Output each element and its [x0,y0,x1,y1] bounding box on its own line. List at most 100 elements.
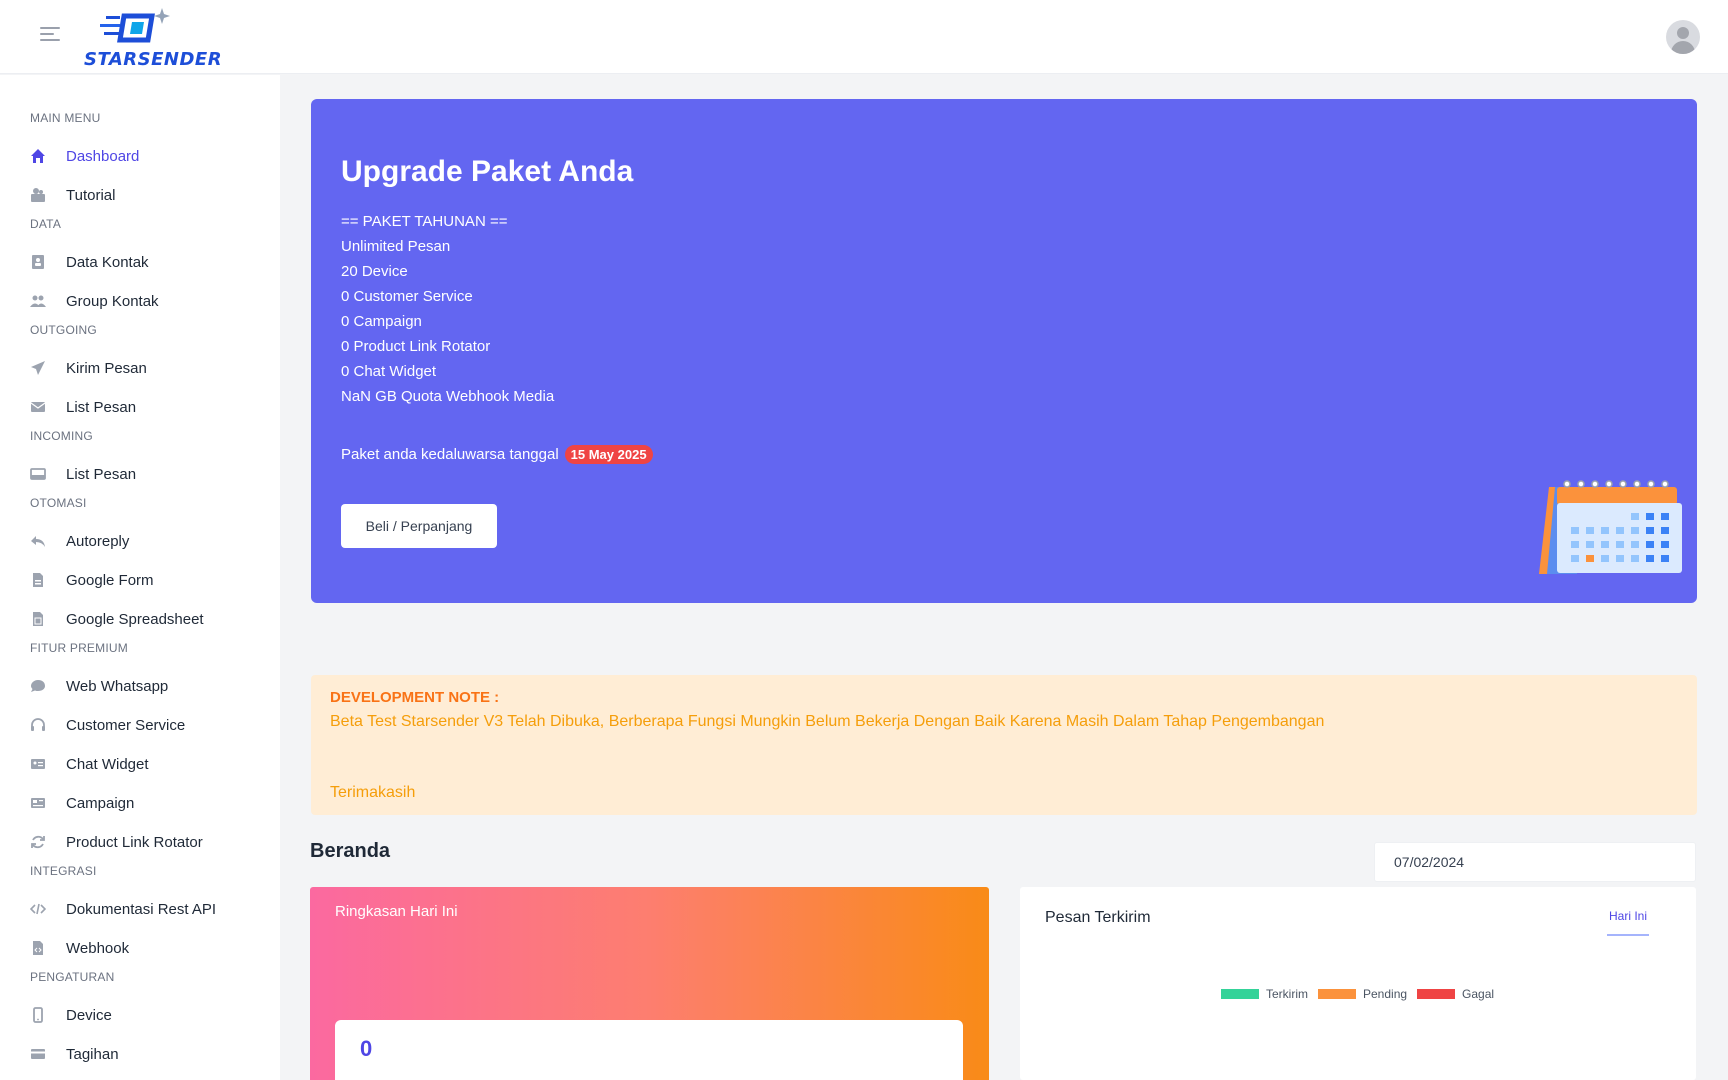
reply-all-icon [30,533,46,549]
upgrade-package-card: Upgrade Paket Anda == PAKET TAHUNAN == U… [311,99,1697,603]
sidebar-item-google-spreadsheet[interactable]: Google Spreadsheet [30,607,260,631]
today-summary-card: Ringkasan Hari Ini 0 [310,887,989,1080]
sidebar-item-tutorial[interactable]: Tutorial [30,183,260,207]
legend-swatch [1221,989,1259,999]
sidebar-item-label: Tagihan [66,1045,119,1063]
feature-line: Unlimited Pesan [341,238,451,255]
starsender-logo[interactable]: STARSENDER [84,6,222,70]
feature-line: 0 Product Link Rotator [341,338,491,355]
inbox-icon [30,466,46,482]
contact-book-icon [30,254,46,270]
sidebar-item-group-kontak[interactable]: Group Kontak [30,289,260,313]
date-filter-input[interactable] [1374,842,1696,882]
sidebar-item-chat-widget[interactable]: Chat Widget [30,752,260,776]
summary-value: 0 [360,1036,373,1061]
code-icon [30,901,46,917]
feature-line: 0 Campaign [341,313,422,330]
sidebar-item-label: List Pesan [66,398,137,416]
file-code-icon [30,940,46,956]
user-avatar[interactable] [1666,20,1700,54]
sidebar-item-tagihan[interactable]: Tagihan [30,1042,260,1066]
sidebar-item-customer-service[interactable]: Customer Service [30,713,260,737]
sidebar-item-label: Google Spreadsheet [66,610,204,628]
sidebar: MAIN MENU Dashboard Tutorial DATA Data K… [0,75,280,1080]
sidebar-item-list-pesan-incoming[interactable]: List Pesan [30,462,260,486]
feature-line: 20 Device [341,263,408,280]
sidebar-item-kirim-pesan[interactable]: Kirim Pesan [30,356,260,380]
sidebar-item-data-kontak[interactable]: Data Kontak [30,250,260,274]
sidebar-item-campaign[interactable]: Campaign [30,791,260,815]
spreadsheet-file-icon [30,611,46,627]
sent-title: Pesan Terkirim [1045,909,1151,926]
credit-card-icon [30,1046,46,1062]
feature-line: NaN GB Quota Webhook Media [341,388,555,405]
package-features: == PAKET TAHUNAN == Unlimited Pesan 20 D… [341,209,554,409]
sidebar-item-dokumentasi-rest-api[interactable]: Dokumentasi Rest API [30,897,260,921]
section-fitur-premium: FITUR PREMIUM [30,641,128,655]
book-icon [30,187,46,203]
tab-today[interactable]: Hari Ini [1607,909,1649,936]
sidebar-item-label: Device [66,1006,112,1024]
legend-item-pending[interactable]: Pending [1318,987,1407,1001]
sidebar-item-label: Customer Service [66,716,186,734]
sidebar-item-label: Dashboard [66,147,140,165]
legend-item-terkirim[interactable]: Terkirim [1221,987,1308,1001]
sidebar-item-label: Web Whatsapp [66,677,169,695]
sidebar-item-label: Autoreply [66,532,130,550]
paper-plane-icon [30,360,46,376]
expiry-text: Paket anda kedaluwarsa tanggal [341,446,559,463]
section-incoming: INCOMING [30,429,93,443]
logo-mark-icon [100,8,170,43]
development-note-alert: DEVELOPMENT NOTE : Beta Test Starsender … [311,675,1697,815]
page-title: Beranda [310,840,391,862]
sidebar-item-dashboard[interactable]: Dashboard [30,144,260,168]
sent-messages-card: Pesan Terkirim Hari Ini Terkirim Pending… [1020,887,1696,1080]
feature-line: == PAKET TAHUNAN == [341,213,508,230]
summary-stat-card: 0 [335,1020,963,1080]
sidebar-item-label: Kirim Pesan [66,359,147,377]
legend-swatch [1318,989,1356,999]
id-card-icon [30,756,46,772]
home-icon [30,148,46,164]
section-main-menu: MAIN MENU [30,111,101,125]
sidebar-item-google-form[interactable]: Google Form [30,568,260,592]
menu-toggle-icon[interactable] [40,27,60,43]
sidebar-item-product-link-rotator[interactable]: Product Link Rotator [30,830,260,854]
sidebar-item-label: Group Kontak [66,292,159,310]
legend-item-gagal[interactable]: Gagal [1417,987,1494,1001]
chat-bubble-icon [30,678,46,694]
section-outgoing: OUTGOING [30,323,97,337]
sidebar-item-web-whatsapp[interactable]: Web Whatsapp [30,674,260,698]
legend-swatch [1417,989,1456,999]
sidebar-item-label: Product Link Rotator [66,833,203,851]
feature-line: 0 Customer Service [341,288,473,305]
sync-icon [30,834,46,850]
logo-text: STARSENDER [84,49,223,70]
sidebar-item-list-pesan-outgoing[interactable]: List Pesan [30,395,260,419]
chart-legend: Terkirim Pending Gagal [1221,987,1504,1001]
sidebar-item-label: Tutorial [66,186,116,204]
devnote-message: Beta Test Starsender V3 Telah Dibuka, Be… [330,713,1325,730]
users-icon [30,293,46,309]
sidebar-item-device[interactable]: Device [30,1003,260,1027]
section-integrasi: INTEGRASI [30,864,97,878]
expiry-notice: Paket anda kedaluwarsa tanggal 15 May 20… [341,445,653,464]
legend-label: Gagal [1462,987,1495,1001]
sidebar-item-label: Campaign [66,794,135,812]
sidebar-item-label: Webhook [66,939,130,957]
sidebar-item-label: Data Kontak [66,253,149,271]
buy-renew-button[interactable]: Beli / Perpanjang [341,504,497,548]
sidebar-item-autoreply[interactable]: Autoreply [30,529,260,553]
legend-label: Terkirim [1266,987,1308,1001]
summary-title: Ringkasan Hari Ini [335,903,458,920]
section-data: DATA [30,217,62,231]
file-icon [30,572,46,588]
newspaper-icon [30,795,46,811]
headset-icon [30,717,46,733]
sidebar-item-label: Dokumentasi Rest API [66,900,217,918]
sidebar-item-label: List Pesan [66,465,137,483]
devnote-title: DEVELOPMENT NOTE : [330,689,500,706]
sidebar-item-label: Chat Widget [66,755,149,773]
feature-line: 0 Chat Widget [341,363,437,380]
sidebar-item-webhook[interactable]: Webhook [30,936,260,960]
